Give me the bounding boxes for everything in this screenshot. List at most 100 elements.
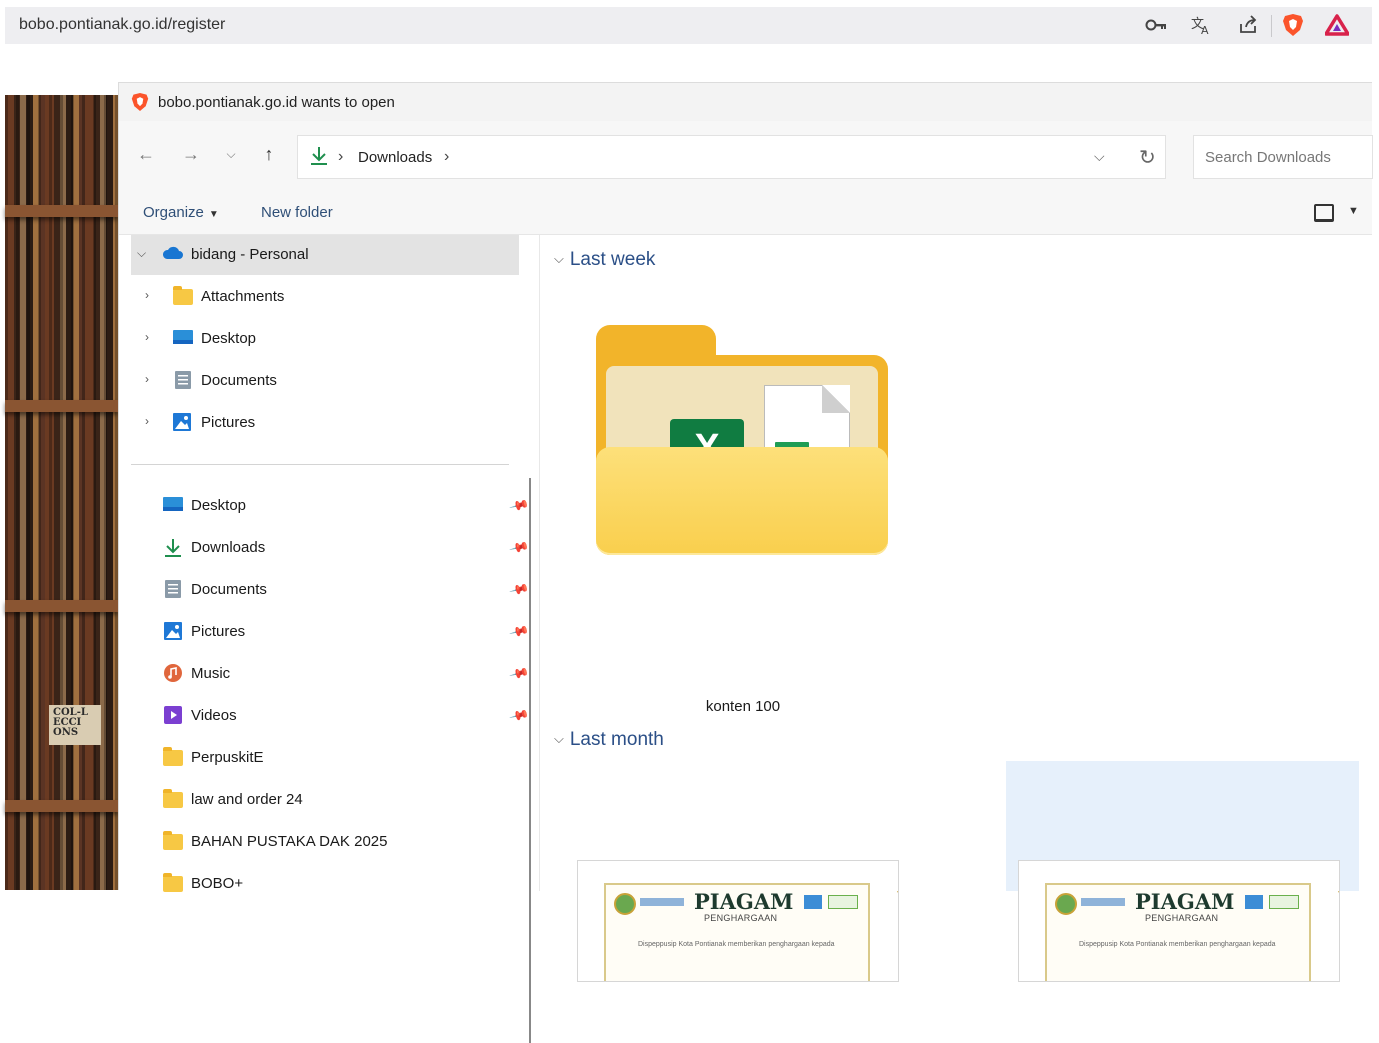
group-header-last-month[interactable]: ⌵ Last month	[554, 729, 664, 751]
share-icon[interactable]	[1235, 13, 1261, 37]
sidebar-item-desktop-pinned[interactable]: Desktop 📌	[131, 486, 530, 526]
download-arrow-icon	[310, 146, 328, 172]
pictures-icon	[173, 413, 193, 431]
pin-icon[interactable]: 📌	[508, 537, 531, 559]
forward-arrow-icon[interactable]: →	[178, 141, 204, 167]
refresh-icon[interactable]: ↻	[1139, 145, 1156, 170]
sidebar-item-label: BAHAN PUSTAKA DAK 2025	[191, 833, 388, 850]
videos-icon	[164, 706, 184, 724]
address-dropdown-chevron-icon[interactable]: ⌵	[1094, 148, 1105, 165]
group-header-label: Last week	[569, 249, 656, 270]
caret-down-icon[interactable]: ▼	[1348, 205, 1359, 217]
url-text[interactable]: bobo.pontianak.go.id/register	[19, 16, 225, 34]
sidebar-item-label: Desktop	[201, 330, 257, 347]
sidebar-item-label: bidang - Personal	[191, 246, 309, 263]
sidebar-item-label: Downloads	[191, 539, 266, 556]
documents-icon	[165, 580, 185, 598]
key-icon[interactable]	[1143, 13, 1169, 37]
view-options-icon[interactable]	[1314, 204, 1334, 222]
sidebar-item-downloads-pinned[interactable]: Downloads 📌	[131, 528, 530, 568]
back-arrow-icon[interactable]: ←	[133, 141, 159, 167]
sidebar-item-documents-pinned[interactable]: Documents 📌	[131, 570, 530, 610]
organize-button[interactable]: Organize ▼	[143, 204, 219, 221]
new-folder-button[interactable]: New folder	[261, 204, 333, 221]
sidebar-item-label: Pictures	[191, 623, 246, 640]
chevron-down-icon[interactable]: ⌵	[554, 251, 564, 266]
group-header-label: Last month	[569, 729, 664, 750]
sidebar-item-bahan-pustaka[interactable]: BAHAN PUSTAKA DAK 2025	[131, 822, 519, 862]
pin-icon[interactable]: 📌	[508, 621, 531, 643]
desktop-icon	[173, 329, 193, 347]
download-arrow-icon	[164, 538, 184, 557]
breadcrumb-downloads[interactable]: Downloads	[358, 149, 432, 166]
sidebar-item-desktop[interactable]: › Desktop	[131, 319, 519, 359]
chevron-right-icon[interactable]: ›	[145, 372, 149, 386]
chevron-down-icon[interactable]: ⌵	[137, 246, 146, 261]
image-thumbnail-piagam[interactable]: PIAGAM PENGHARGAAN Dispерpusip Kota Pont…	[1019, 861, 1339, 981]
sidebar-item-label: Documents	[191, 581, 267, 598]
sidebar-item-documents[interactable]: › Documents	[131, 361, 519, 401]
chevron-right-icon[interactable]: ›	[145, 414, 149, 428]
sidebar-item-label: Music	[191, 665, 231, 682]
sidebar-scrollbar[interactable]	[529, 478, 531, 1043]
sidebar-item-label: Attachments	[201, 288, 285, 305]
book-spine-label: COL-L ECCI ONS	[49, 705, 101, 745]
pin-icon[interactable]: 📌	[508, 495, 531, 517]
sidebar-item-onedrive[interactable]: ⌵ bidang - Personal	[131, 235, 519, 275]
folder-front-shape	[596, 447, 888, 555]
browser-address-bar[interactable]: bobo.pontianak.go.id/register 文A	[5, 7, 1372, 44]
breadcrumb-chevron-icon[interactable]: ›	[444, 148, 449, 166]
badge-icon	[1245, 895, 1263, 909]
address-breadcrumb[interactable]: › Downloads › ⌵	[297, 135, 1166, 179]
folder-tile-konten-100[interactable]: X	[596, 325, 888, 555]
desktop-icon	[163, 496, 183, 514]
chevron-right-icon[interactable]: ›	[145, 330, 149, 344]
translate-icon[interactable]: 文A	[1189, 13, 1215, 37]
breadcrumb-chevron-icon[interactable]: ›	[338, 148, 343, 166]
pin-icon[interactable]: 📌	[508, 705, 531, 727]
sidebar-item-bobo-plus[interactable]: BOBO+	[131, 864, 519, 904]
sidebar-item-attachments[interactable]: › Attachments	[131, 277, 519, 317]
navigation-row: ← → ⌵ ↑ › Downloads › ⌵ ↻ Search Downloa…	[119, 121, 1373, 193]
pin-icon[interactable]: 📌	[508, 663, 531, 685]
music-icon	[164, 664, 184, 682]
badge-icon	[828, 895, 858, 909]
sidebar-item-pictures[interactable]: › Pictures	[131, 403, 519, 443]
chevron-right-icon[interactable]: ›	[145, 288, 149, 302]
sidebar-item-music-pinned[interactable]: Music 📌	[131, 654, 530, 694]
logo-strip	[640, 898, 684, 906]
group-header-last-week[interactable]: ⌵ Last week	[554, 249, 655, 271]
search-input[interactable]: Search Downloads	[1193, 135, 1373, 179]
cloud-icon	[161, 245, 183, 263]
sidebar-item-perpuskite[interactable]: PerpuskitE	[131, 738, 519, 778]
pin-icon[interactable]: 📌	[508, 579, 531, 601]
navigation-pane: ⌵ bidang - Personal › Attachments › Desk…	[119, 235, 531, 1043]
brave-logo-icon	[131, 93, 149, 111]
shelf-board	[5, 800, 118, 812]
folder-icon	[163, 747, 183, 766]
up-arrow-icon[interactable]: ↑	[256, 141, 282, 167]
caret-down-icon: ▼	[208, 209, 219, 220]
sidebar-item-label: Videos	[191, 707, 237, 724]
content-scrollbar[interactable]	[1362, 235, 1374, 891]
folder-icon	[163, 831, 183, 850]
thumbnail-description: Dispерpusip Kota Pontianak memberikan pe…	[638, 941, 835, 948]
dialog-titlebar: bobo.pontianak.go.id wants to open	[119, 83, 1372, 121]
brave-rewards-icon[interactable]	[1324, 13, 1350, 37]
sidebar-item-videos-pinned[interactable]: Videos 📌	[131, 696, 530, 736]
chevron-down-icon[interactable]: ⌵	[554, 731, 564, 746]
shelf-board	[5, 600, 118, 612]
folder-icon	[173, 286, 193, 305]
sidebar-item-label: Desktop	[191, 497, 247, 514]
file-name-label[interactable]: konten 100	[660, 698, 826, 715]
pictures-icon	[164, 622, 184, 640]
folder-icon	[163, 873, 183, 892]
sidebar-item-law-and-order[interactable]: law and order 24	[131, 780, 519, 820]
brave-shields-icon[interactable]	[1280, 13, 1306, 37]
dialog-title: bobo.pontianak.go.id wants to open	[158, 94, 395, 111]
recent-locations-chevron-icon[interactable]: ⌵	[218, 141, 244, 167]
image-thumbnail-piagam[interactable]: PIAGAM PENGHARGAAN Dispерpusip Kota Pont…	[578, 861, 898, 981]
folder-icon	[163, 789, 183, 808]
background-bookshelf-image: COL-L ECCI ONS	[5, 95, 118, 890]
sidebar-item-pictures-pinned[interactable]: Pictures 📌	[131, 612, 530, 652]
